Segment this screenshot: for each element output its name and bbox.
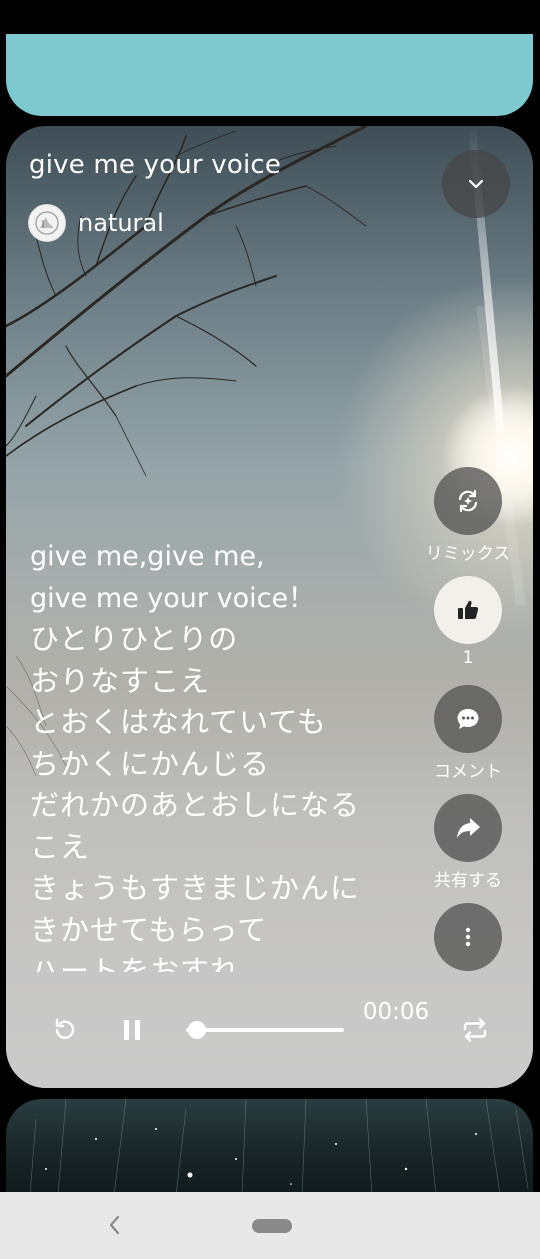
next-track-card[interactable] [6, 1099, 533, 1195]
comment-button[interactable] [434, 685, 502, 753]
lyric-line: おりなすこえ [30, 663, 211, 698]
starry-sky-thumbnail [29, 1099, 529, 1195]
remix-icon [458, 489, 478, 513]
avatar-logo-icon [35, 211, 59, 235]
artist-name[interactable]: natural [78, 209, 164, 237]
lyric-line: だれかのあとおしになる [30, 788, 361, 822]
more-vertical-icon [465, 927, 471, 947]
lyric-line: give me,give me, [30, 541, 265, 572]
like-button[interactable] [434, 576, 502, 644]
song-title: give me your voice [29, 150, 282, 180]
repeat-button[interactable] [456, 1012, 494, 1048]
pause-button[interactable] [114, 1012, 150, 1048]
back-icon [109, 1215, 120, 1235]
system-navigation-bar [0, 1192, 540, 1259]
back-button[interactable] [100, 1210, 130, 1240]
lyric-line: こえ [30, 829, 91, 864]
remix-action: リミックス [423, 467, 513, 564]
track-card: give me your voice natural give me,give … [6, 126, 533, 1088]
share-button[interactable] [434, 794, 502, 862]
lyric-line: きょうもすきまじかんに [30, 871, 361, 905]
home-button[interactable] [252, 1219, 292, 1233]
lyric-line: とおくはなれていても [30, 705, 327, 739]
lyric-line: give me your voice！ [30, 582, 316, 614]
elapsed-time: 00:06 [362, 999, 430, 1025]
comment-icon [457, 709, 479, 729]
more-options-button[interactable] [434, 903, 502, 971]
remix-button[interactable] [434, 467, 502, 535]
lyric-line: ちかくにかんじる [30, 746, 271, 781]
remix-label: リミックス [425, 544, 511, 564]
share-label: 共有する [434, 871, 502, 891]
progress-knob[interactable] [188, 1021, 207, 1039]
previous-track-card[interactable] [6, 34, 533, 116]
repeat-icon [463, 1018, 487, 1042]
artist-row[interactable]: natural [28, 204, 164, 242]
comment-label: コメント [434, 762, 502, 782]
lyric-line: ひとりひとりの [30, 622, 239, 656]
progress-bar[interactable] [186, 1021, 344, 1039]
lyric-line: ハートをおすれ [30, 954, 241, 972]
chevron-down-icon [468, 179, 484, 189]
collapse-button[interactable] [442, 150, 510, 218]
artist-avatar[interactable] [28, 204, 66, 242]
app-screen: give me your voice natural give me,give … [0, 0, 540, 1259]
replay-icon [55, 1018, 75, 1039]
more-action [423, 903, 513, 971]
share-action: 共有する [423, 794, 513, 891]
player-controls: 00:06 [6, 996, 533, 1076]
comment-action: コメント [423, 685, 513, 782]
like-action: 1 [423, 576, 513, 668]
replay-button[interactable] [46, 1012, 82, 1048]
lyric-line: きかせてもらって [30, 912, 268, 947]
thumbs-up-icon [458, 600, 479, 619]
lyrics-panel[interactable]: give me,give me, give me your voice！ ひとり… [30, 536, 420, 972]
like-count: 1 [462, 648, 474, 668]
pause-icon [124, 1020, 140, 1040]
share-icon [457, 818, 480, 838]
